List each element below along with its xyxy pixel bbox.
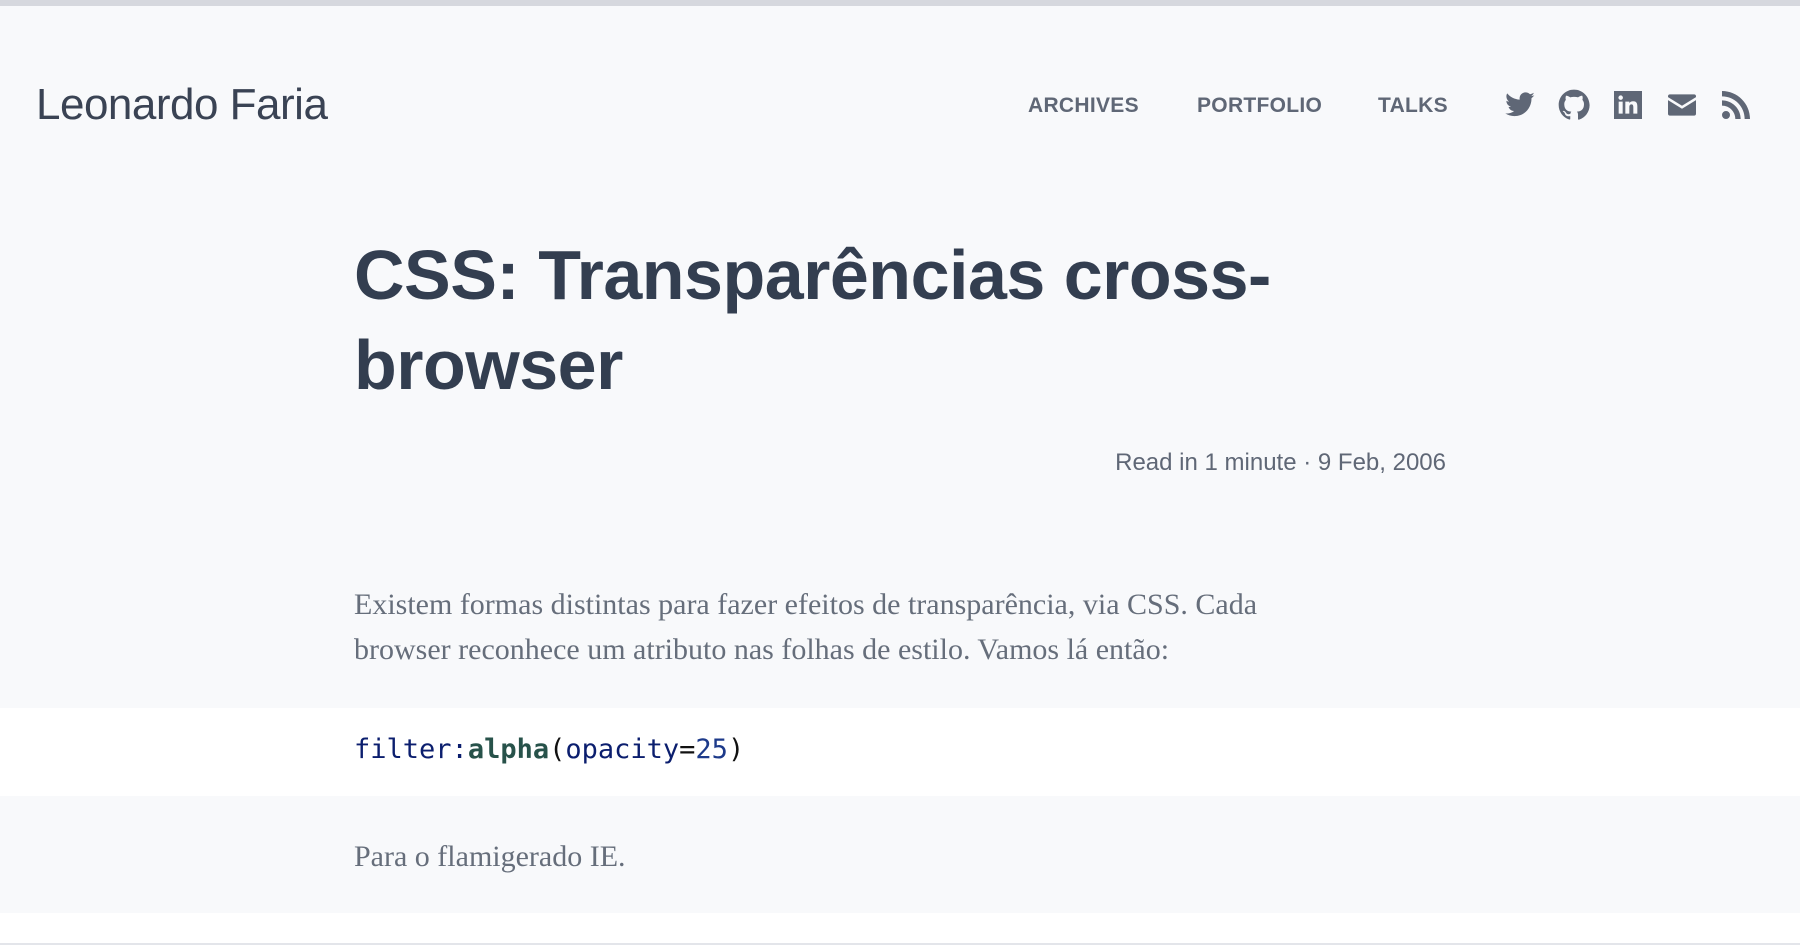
site-title-link[interactable]: Leonardo Faria <box>36 80 328 130</box>
code-colon: : <box>451 734 468 765</box>
nav-link-archives[interactable]: ARCHIVES <box>1028 94 1139 118</box>
code-line: filter:alpha(opacity=25) <box>354 734 744 765</box>
next-code-block <box>0 913 1800 945</box>
code-property: filter <box>354 734 452 765</box>
github-icon[interactable] <box>1558 89 1590 121</box>
post-title: CSS: Transparências cross-browser <box>354 236 1271 404</box>
code-open-paren: ( <box>549 734 566 765</box>
top-accent-bar <box>0 0 1800 6</box>
mail-icon[interactable] <box>1666 89 1698 121</box>
twitter-icon[interactable] <box>1504 89 1536 121</box>
post-paragraph-2: Para o flamigerado IE. <box>354 840 626 873</box>
post-meta: Read in 1 minute · 9 Feb, 2006 <box>1115 449 1446 476</box>
code-close-paren: ) <box>727 734 745 765</box>
post-paragraph: Existem formas distintas para fazer efei… <box>354 588 1258 666</box>
code-attribute: opacity <box>565 734 680 765</box>
rss-icon[interactable] <box>1720 89 1752 121</box>
code-block: filter:alpha(opacity=25) <box>0 708 1800 796</box>
linkedin-icon[interactable] <box>1612 89 1644 121</box>
nav-link-portfolio[interactable]: PORTFOLIO <box>1197 94 1322 118</box>
code-equals: = <box>679 734 696 765</box>
nav-link-talks[interactable]: TALKS <box>1378 94 1448 118</box>
code-function: alpha <box>467 734 550 765</box>
code-value: 25 <box>695 734 728 765</box>
